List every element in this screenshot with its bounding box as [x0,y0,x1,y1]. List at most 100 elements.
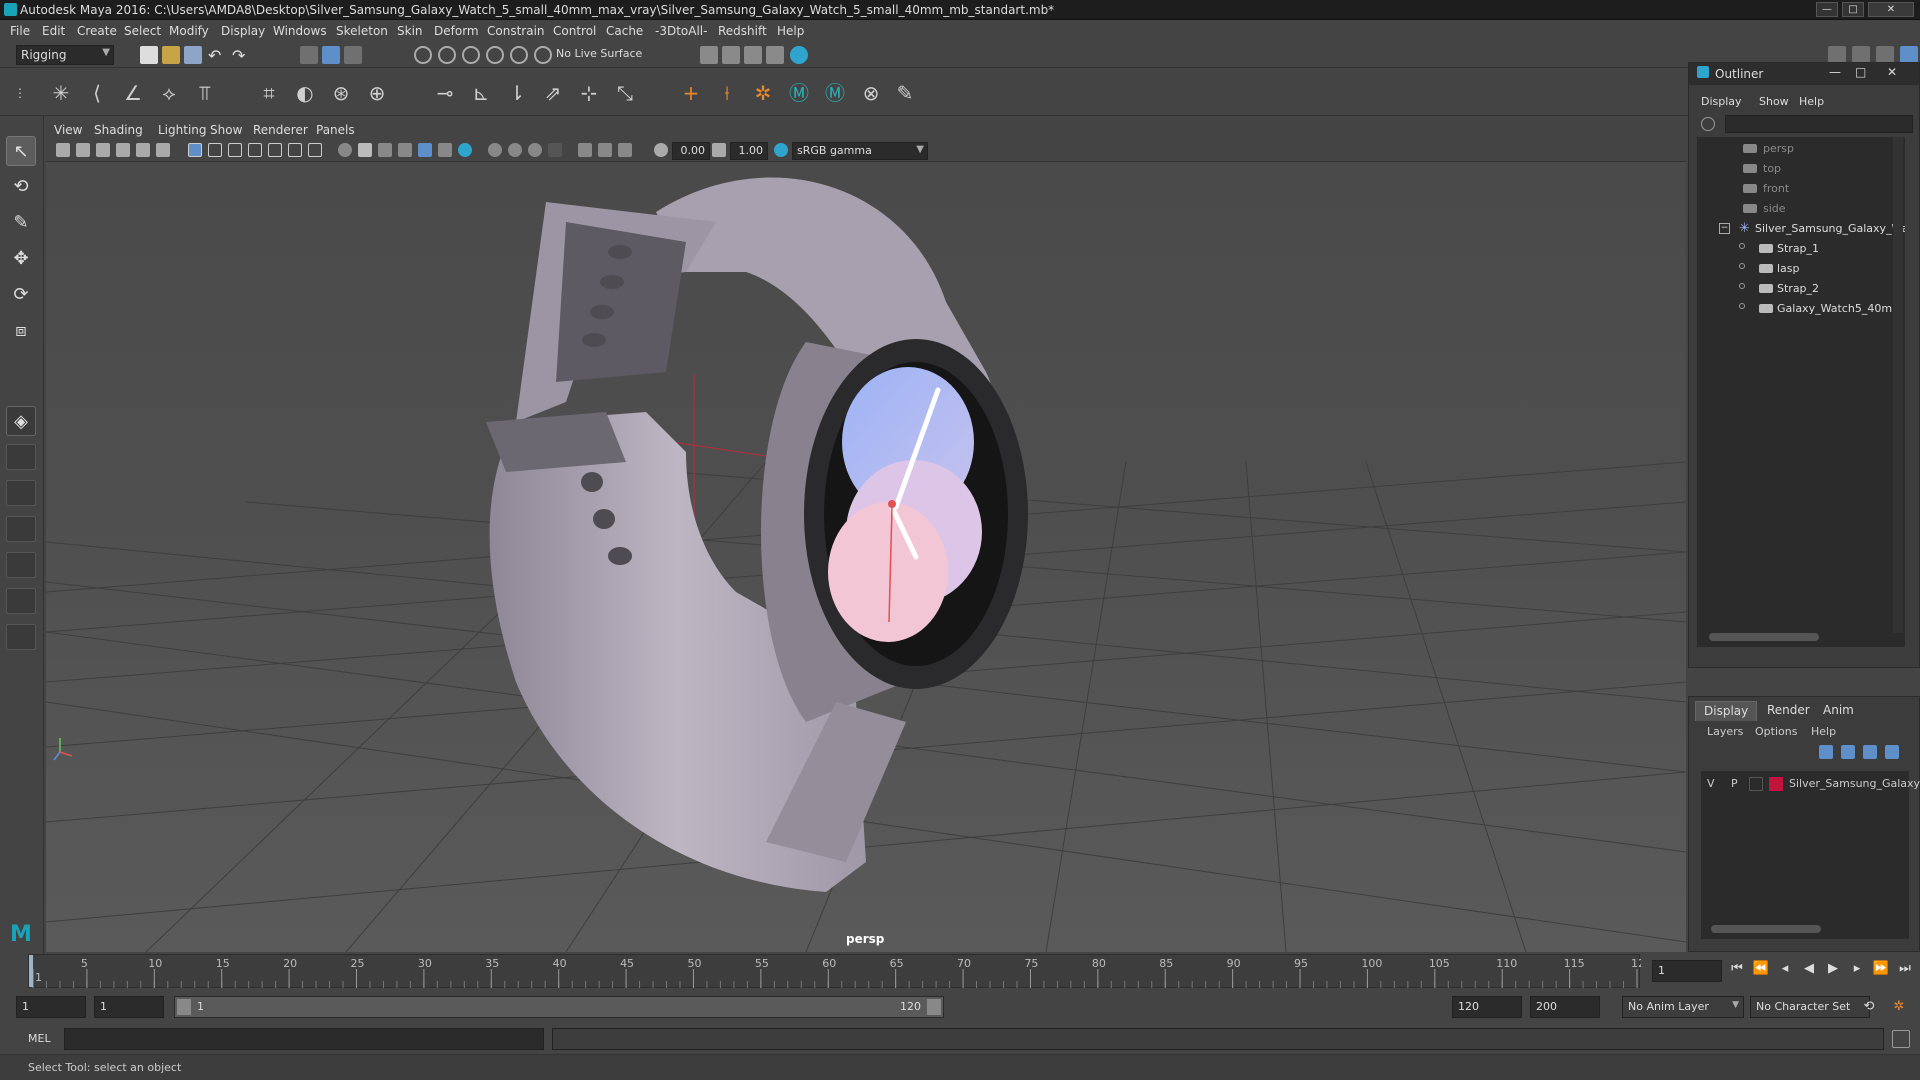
wire-icon[interactable]: ⊛ [326,78,356,108]
ambient-occlusion-icon[interactable] [458,143,472,157]
snap-view-icon[interactable] [486,46,504,64]
select-object-icon[interactable] [322,46,340,64]
exposure-icon[interactable] [654,143,668,157]
gamma-icon[interactable] [712,143,726,157]
image-plane-icon[interactable] [116,143,130,157]
render-view-icon[interactable] [790,46,808,64]
move-tool-icon[interactable]: ✥ [6,244,36,274]
time-ruler[interactable]: 1 5 10 15 20 25 30 35 40 45 50 55 60 65 70 75 80 85 90 95 10… [28,954,1652,988]
range-end-handle[interactable] [927,999,941,1015]
mel-label[interactable]: MEL [28,1032,51,1045]
render-settings-icon[interactable] [744,46,762,64]
panel-menu-shading[interactable]: Shading [94,123,143,137]
move-layer-up-icon[interactable] [1819,745,1833,759]
menu-3dtoall[interactable]: -3DtoAll- [655,24,707,38]
render-frame-icon[interactable] [700,46,718,64]
outliner-menu-display[interactable]: Display [1701,95,1742,108]
persp-graph-layout-icon[interactable] [6,516,36,542]
colorspace-dropdown[interactable]: sRGB gamma ▼ [792,142,928,160]
x-ray-icon[interactable] [578,143,592,157]
outliner-search-input[interactable] [1725,115,1913,133]
play-backward-icon[interactable]: ◀ [1800,960,1818,978]
menu-skeleton[interactable]: Skeleton [336,24,388,38]
outliner-item-top[interactable]: top [1697,159,1905,179]
playback-end-field[interactable]: 120 [1452,996,1522,1018]
layer-visibility-toggle[interactable]: V [1707,777,1715,790]
save-scene-icon[interactable] [184,46,202,64]
grease-pencil-icon[interactable] [156,143,170,157]
outliner-item-strap-1[interactable]: Strap_1 [1697,239,1905,259]
smooth-shade-icon[interactable] [358,143,372,157]
scale-tool-icon[interactable]: ⧈ [6,316,36,346]
step-forward-frame-icon[interactable]: ▸ [1848,960,1866,978]
persp-uv-layout-icon[interactable] [6,588,36,614]
go-to-start-icon[interactable]: ⏮ [1728,960,1746,978]
textured-icon[interactable] [398,143,412,157]
layout-options-icon[interactable] [6,624,36,650]
ik-spline-icon[interactable]: ⟡ [154,78,184,108]
play-forward-icon[interactable]: ▶ [1824,960,1842,978]
menu-edit[interactable]: Edit [42,24,65,38]
select-hierarchy-icon[interactable] [300,46,318,64]
brush-icon[interactable]: ✎ [890,78,920,108]
menu-control[interactable]: Control [553,24,596,38]
outliner-item-group[interactable]: − ✳ Silver_Samsung_Galaxy_Wat [1697,219,1905,239]
insert-joint-icon[interactable]: ⟨ [82,78,112,108]
tab-display[interactable]: Display [1695,701,1758,721]
redo-icon[interactable]: ↷ [232,46,250,65]
layer-row[interactable]: V P Silver_Samsung_Galaxy_ [1701,775,1920,793]
anim-layer-dropdown[interactable]: No Anim Layer ▼ [1622,996,1744,1018]
outliner-item-side[interactable]: side [1697,199,1905,219]
perspective-viewport[interactable]: persp [46,162,1686,952]
outliner-minimize-icon[interactable]: — [1829,65,1841,79]
layer-type-toggle[interactable] [1749,777,1763,791]
current-time-indicator[interactable] [29,955,33,987]
current-frame-field[interactable]: 1 [1652,960,1722,982]
menu-windows[interactable]: Windows [273,24,327,38]
menu-redshift[interactable]: Redshift [718,24,767,38]
layer-color-swatch[interactable] [1769,777,1783,791]
orient-constraint-icon[interactable]: ⊾ [466,78,496,108]
script-editor-icon[interactable] [1892,1030,1910,1048]
single-perspective-layout-icon[interactable]: ◈ [6,406,36,436]
open-scene-icon[interactable] [162,46,180,64]
outliner-item-front[interactable]: front [1697,179,1905,199]
point-constraint-icon[interactable]: ⊸ [430,78,460,108]
rotate-tool-icon[interactable]: ⟳ [6,280,36,310]
persp-outliner-layout-icon[interactable] [6,480,36,506]
outliner-close-icon[interactable]: ✕ [1887,65,1897,79]
minimize-button[interactable]: — [1816,2,1838,17]
menu-display[interactable]: Display [221,24,265,38]
select-tool-icon[interactable]: ↖ [6,136,36,166]
shadows-icon[interactable] [438,143,452,157]
ipr-render-icon[interactable] [722,46,740,64]
shelf-options-icon[interactable]: ⋮ [10,78,30,108]
safe-title-icon[interactable] [308,143,322,157]
panel-menu-view[interactable]: View [54,123,82,137]
snap-vertex-icon[interactable] [534,46,552,64]
two-d-pan-zoom-icon[interactable] [136,143,150,157]
humanik-icon[interactable]: Ⓜ [784,78,814,108]
menu-cache[interactable]: Cache [606,24,643,38]
film-gate-icon[interactable] [208,143,222,157]
live-surface-label[interactable]: No Live Surface [556,47,642,60]
joint-tool-icon[interactable]: ✳ [46,78,76,108]
move-layer-down-icon[interactable] [1841,745,1855,759]
pole-vector-icon[interactable]: ⤡ [610,78,640,108]
snap-grid-icon[interactable] [414,46,432,64]
cluster-icon[interactable]: ◐ [290,78,320,108]
tab-render[interactable]: Render [1759,701,1818,721]
outliner-menu-help[interactable]: Help [1799,95,1824,108]
layer-playback-toggle[interactable]: P [1731,777,1738,790]
outliner-item-strap-2[interactable]: Strap_2 [1697,279,1905,299]
layers-menu-layers[interactable]: Layers [1707,725,1743,738]
outliner-vertical-scrollbar[interactable] [1893,137,1903,633]
menu-constrain[interactable]: Constrain [487,24,545,38]
snap-curve-icon[interactable] [438,46,456,64]
hypershade-layout-icon[interactable] [6,552,36,578]
panel-menu-lighting[interactable]: Lighting [158,123,207,137]
lasso-tool-icon[interactable]: ⟲ [6,172,36,202]
menu-select[interactable]: Select [124,24,161,38]
menu-deform[interactable]: Deform [434,24,479,38]
paint-select-icon[interactable]: ✎ [6,208,36,238]
